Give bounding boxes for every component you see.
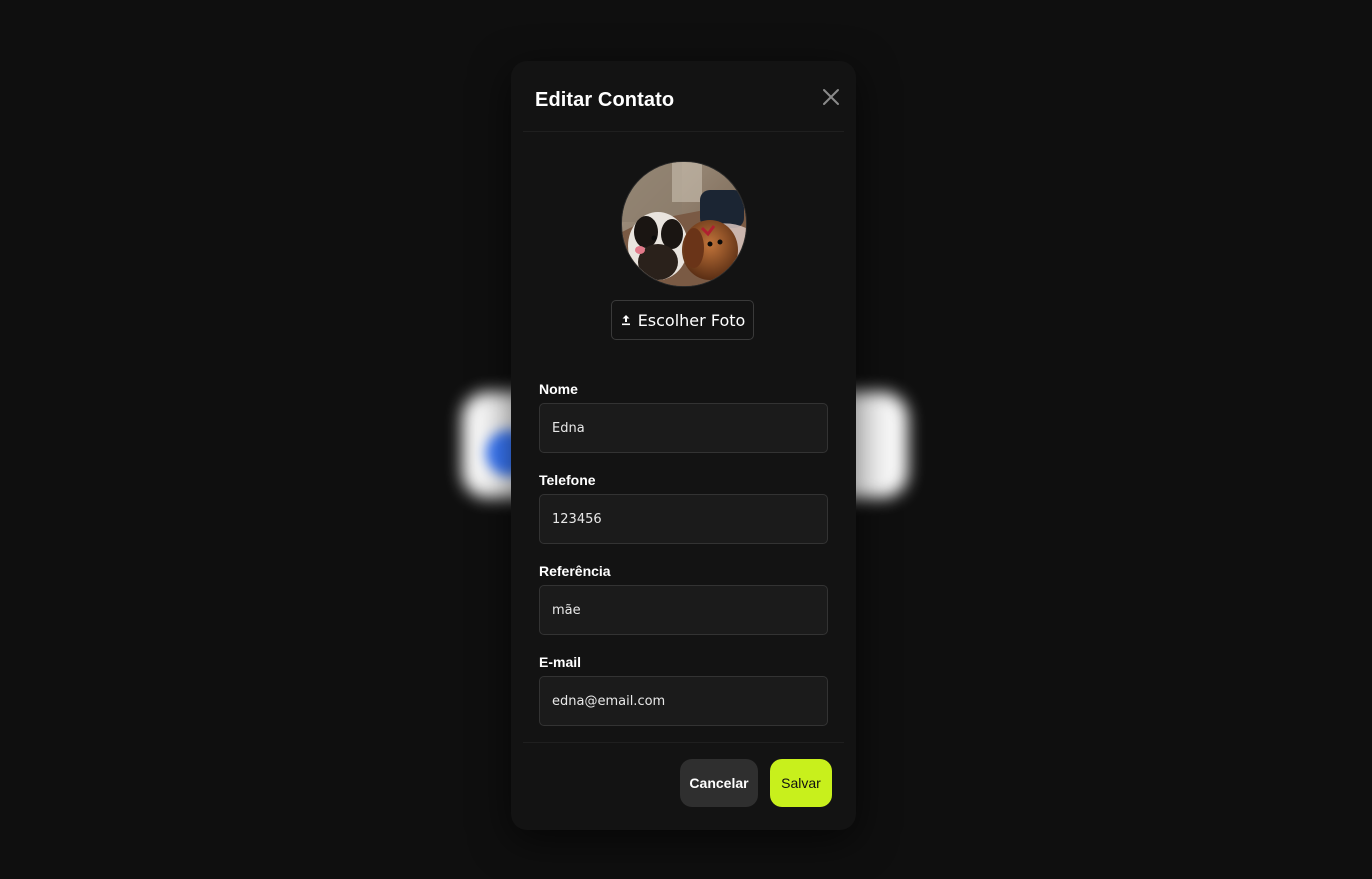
referencia-label: Referência <box>539 563 611 579</box>
referencia-input[interactable] <box>539 585 828 635</box>
nome-label: Nome <box>539 381 578 397</box>
footer-divider <box>523 742 844 743</box>
edit-contact-modal: Editar Contato Escolher Foto Nome Edna T… <box>511 61 856 830</box>
nome-input[interactable] <box>539 403 828 453</box>
modal-title: Editar Contato <box>535 89 675 111</box>
modal-header: Editar Contato <box>523 61 844 132</box>
contact-avatar <box>621 161 747 287</box>
choose-photo-label: Escolher Foto <box>637 310 746 330</box>
close-button[interactable] <box>819 85 843 109</box>
cancel-button[interactable]: Cancelar <box>680 759 758 807</box>
telefone-label: Telefone <box>539 472 596 488</box>
close-icon <box>823 89 839 105</box>
email-label: E-mail <box>539 654 582 670</box>
telefone-input[interactable] <box>539 494 828 544</box>
save-button[interactable]: Salvar <box>770 759 832 807</box>
choose-photo-button[interactable]: Escolher Foto <box>611 300 754 340</box>
upload-icon <box>621 315 630 326</box>
email-input[interactable] <box>539 676 828 726</box>
avatar-photo <box>622 162 746 286</box>
